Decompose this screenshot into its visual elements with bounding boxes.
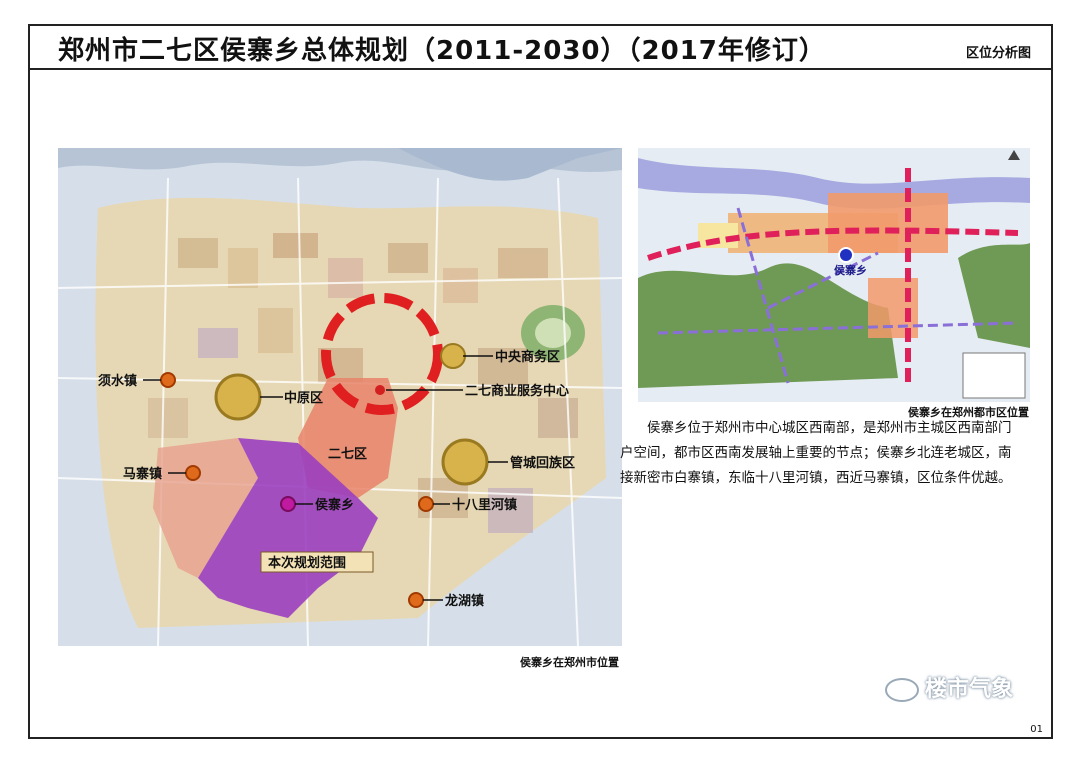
label-guancheng: 管城回族区 [510,455,575,471]
metro-location-map: 侯寨乡 [638,148,1030,402]
zhongyuan-marker-icon [214,373,262,421]
inset-label-houzhai: 侯寨乡 [834,263,867,277]
label-zhongyuan: 中原区 [284,390,323,406]
watermark: 楼市气象 [884,671,1013,703]
mazhai-marker-icon [185,465,201,481]
zhengzhou-location-map: 中央商务区 二七商业服务中心 中原区 须水镇 二七区 管城回族区 马寨镇 侯寨乡… [58,148,622,646]
zhengzhou-map-svg: 中央商务区 二七商业服务中心 中原区 须水镇 二七区 管城回族区 马寨镇 侯寨乡… [58,148,622,646]
label-shibali: 十八里河镇 [452,497,517,513]
watermark-text: 楼市气象 [924,677,1013,702]
houzhai-marker-icon [280,496,296,512]
cbd-marker-icon [440,343,466,369]
label-houzhai: 侯寨乡 [315,497,354,513]
xushui-marker-icon [160,372,176,388]
inset-houzhai-marker-icon [838,247,854,263]
label-planning-scope: 本次规划范围 [268,555,346,571]
label-xushui: 须水镇 [98,373,137,389]
shibali-marker-icon [418,496,434,512]
header-bar: 郑州市二七区侯寨乡总体规划（2011-2030）（2017年修订） 区位分析图 [30,26,1051,70]
description-text: 侯寨乡位于郑州市中心城区西南部，是郑州市主城区西南部门户空间，都市区西南发展轴上… [620,420,1012,486]
metro-map-svg: 侯寨乡 [638,148,1030,402]
main-map-caption: 侯寨乡在郑州市位置 [520,656,619,669]
inset-legend [962,352,1026,399]
label-cbd: 中央商务区 [495,349,560,365]
page-title: 郑州市二七区侯寨乡总体规划（2011-2030）（2017年修订） [58,36,826,66]
guancheng-marker-icon [441,438,489,486]
longhu-marker-icon [408,592,424,608]
label-erqi-center: 二七商业服务中心 [465,383,569,399]
page-frame: 郑州市二七区侯寨乡总体规划（2011-2030）（2017年修订） 区位分析图 [28,24,1053,739]
label-mazhai: 马寨镇 [123,466,162,482]
label-longhu: 龙湖镇 [445,593,484,609]
wechat-icon [884,678,919,702]
page-subtitle: 区位分析图 [965,46,1031,61]
erqi-center-marker-icon [375,385,385,395]
label-erqi: 二七区 [328,447,367,462]
page-number: 01 [1030,724,1043,735]
